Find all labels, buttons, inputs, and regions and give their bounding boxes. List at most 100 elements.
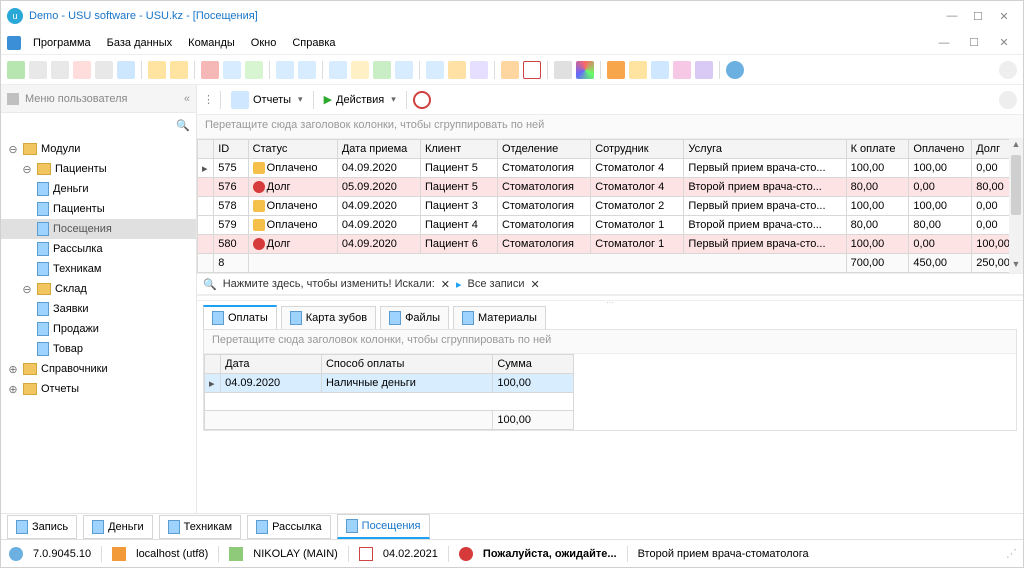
wand-icon[interactable]	[695, 61, 713, 79]
table-row[interactable]: 580Долг04.09.2020Пациент 6СтоматологияСт…	[198, 235, 1023, 254]
users-icon[interactable]	[470, 61, 488, 79]
image-icon[interactable]	[223, 61, 241, 79]
col-topay[interactable]: К оплате	[846, 140, 909, 159]
table-row[interactable]: 576Долг05.09.2020Пациент 5СтоматологияСт…	[198, 178, 1023, 197]
dcol-sum[interactable]: Сумма	[493, 355, 574, 374]
award-icon[interactable]	[170, 61, 188, 79]
col-dept[interactable]: Отделение	[497, 140, 590, 159]
tree-patients-sub[interactable]: Пациенты	[1, 199, 196, 219]
info-icon[interactable]	[726, 61, 744, 79]
ftab-record[interactable]: Запись	[7, 515, 77, 539]
filter-bar[interactable]: 🔍 Нажмите здесь, чтобы изменить! Искали:…	[197, 273, 1023, 295]
detail-grid[interactable]: Дата Способ оплаты Сумма ▸ 04.09.2020 На…	[204, 354, 574, 430]
help-icon[interactable]	[999, 61, 1017, 79]
menu-window[interactable]: Окно	[245, 35, 283, 51]
ftab-tech[interactable]: Техникам	[159, 515, 241, 539]
scroll-up-icon[interactable]: ▲	[1012, 139, 1021, 153]
col-status[interactable]: Статус	[248, 140, 337, 159]
detail-row[interactable]: ▸ 04.09.2020 Наличные деньги 100,00	[205, 374, 574, 393]
tree-money[interactable]: Деньги	[1, 179, 196, 199]
tree-goods[interactable]: Товар	[1, 339, 196, 359]
add-doc-icon[interactable]	[329, 61, 347, 79]
filter-clear-1[interactable]: ✕	[441, 278, 450, 291]
table-row[interactable]: 579Оплачено04.09.2020Пациент 4Стоматолог…	[198, 216, 1023, 235]
money-icon[interactable]	[245, 61, 263, 79]
tab-materials[interactable]: Материалы	[453, 306, 546, 329]
ftab-visits[interactable]: Посещения	[337, 514, 430, 539]
col-srv[interactable]: Услуга	[684, 140, 846, 159]
tree-modules[interactable]: ⊖Модули	[1, 139, 196, 159]
gear-icon[interactable]	[554, 61, 572, 79]
form-icon[interactable]	[298, 61, 316, 79]
tree-tech[interactable]: Техникам	[1, 259, 196, 279]
grid-menu-icon[interactable]: ⋮	[203, 93, 214, 106]
sidebar-collapse-button[interactable]: «	[184, 93, 190, 105]
bell-icon[interactable]	[629, 61, 647, 79]
filter-clear-2[interactable]: ✕	[530, 278, 539, 291]
menu-commands[interactable]: Команды	[182, 35, 241, 51]
tree-stock[interactable]: ⊖Склад	[1, 279, 196, 299]
close-button[interactable]: ✕	[991, 5, 1017, 27]
col-client[interactable]: Клиент	[420, 140, 497, 159]
clock-icon[interactable]	[501, 61, 519, 79]
table-row[interactable]: 578Оплачено04.09.2020Пациент 3Стоматолог…	[198, 197, 1023, 216]
reports-button[interactable]: Отчеты	[227, 89, 307, 111]
star-icon[interactable]	[448, 61, 466, 79]
minimize-button[interactable]: —	[939, 5, 965, 27]
stop-button[interactable]	[413, 91, 431, 109]
excel-icon[interactable]	[373, 61, 391, 79]
rss-icon[interactable]	[607, 61, 625, 79]
mdi-restore-button[interactable]: ☐	[961, 32, 987, 54]
menu-database[interactable]: База данных	[101, 35, 179, 51]
copy-icon[interactable]	[95, 61, 113, 79]
tree-patients[interactable]: ⊖Пациенты	[1, 159, 196, 179]
tree-mailing[interactable]: Рассылка	[1, 239, 196, 259]
resize-grip[interactable]: ⋰	[1006, 547, 1015, 560]
dcol-date[interactable]: Дата	[221, 355, 322, 374]
refresh-icon[interactable]	[7, 61, 25, 79]
tree-sales[interactable]: Продажи	[1, 319, 196, 339]
search-icon[interactable]	[117, 61, 135, 79]
tab-teeth[interactable]: Карта зубов	[281, 306, 376, 329]
menu-help[interactable]: Справка	[286, 35, 341, 51]
col-date[interactable]: Дата приема	[337, 140, 420, 159]
trophy-icon[interactable]	[148, 61, 166, 79]
col-emp[interactable]: Сотрудник	[591, 140, 684, 159]
grid-help-icon[interactable]	[999, 91, 1017, 109]
group-hint[interactable]: Перетащите сюда заголовок колонки, чтобы…	[197, 115, 1023, 139]
color-icon[interactable]	[576, 61, 594, 79]
link-icon[interactable]	[426, 61, 444, 79]
tree-reports[interactable]: ⊕Отчеты	[1, 379, 196, 399]
ftab-mail[interactable]: Рассылка	[247, 515, 331, 539]
actions-button[interactable]: ▶Действия	[320, 91, 400, 108]
edit-icon[interactable]	[51, 61, 69, 79]
mdi-close-button[interactable]: ✕	[991, 32, 1017, 54]
delete-icon[interactable]	[73, 61, 91, 79]
tree-dicts[interactable]: ⊕Справочники	[1, 359, 196, 379]
grid-scrollbar[interactable]: ▲ ▼	[1009, 139, 1023, 273]
tree-visits[interactable]: Посещения	[1, 219, 196, 239]
dcol-method[interactable]: Способ оплаты	[321, 355, 492, 374]
import-icon[interactable]	[395, 61, 413, 79]
mdi-minimize-button[interactable]: —	[931, 32, 957, 54]
col-paid[interactable]: Оплачено	[909, 140, 972, 159]
table-icon[interactable]	[276, 61, 294, 79]
table-row[interactable]: ▸575Оплачено04.09.2020Пациент 5Стоматоло…	[198, 159, 1023, 178]
calendar-icon[interactable]	[523, 61, 541, 79]
tab-payments[interactable]: Оплаты	[203, 305, 277, 329]
maximize-button[interactable]: ☐	[965, 5, 991, 27]
tab-files[interactable]: Файлы	[380, 306, 449, 329]
flag-icon[interactable]	[201, 61, 219, 79]
tree-requests[interactable]: Заявки	[1, 299, 196, 319]
new-icon[interactable]	[29, 61, 47, 79]
menu-program[interactable]: Программа	[27, 35, 97, 51]
sidebar-search[interactable]: 🔍	[1, 113, 196, 137]
scroll-thumb[interactable]	[1011, 155, 1021, 215]
ftab-money[interactable]: Деньги	[83, 515, 153, 539]
user-icon[interactable]	[651, 61, 669, 79]
col-id[interactable]: ID	[214, 140, 248, 159]
scroll-down-icon[interactable]: ▼	[1012, 259, 1021, 273]
group-icon[interactable]	[673, 61, 691, 79]
main-grid[interactable]: ID Статус Дата приема Клиент Отделение С…	[197, 139, 1023, 273]
detail-group-hint[interactable]: Перетащите сюда заголовок колонки, чтобы…	[204, 330, 1016, 354]
